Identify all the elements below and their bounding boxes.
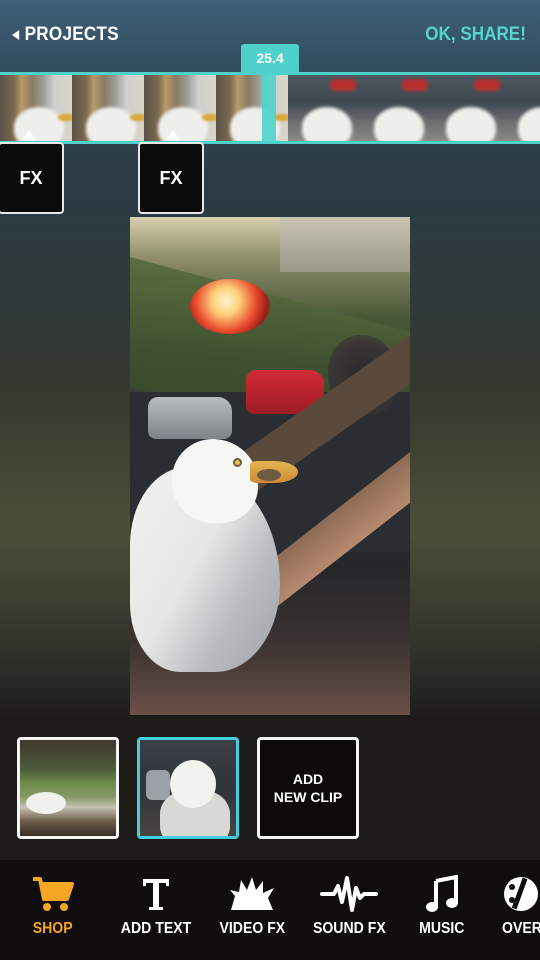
- timeline-frame: [0, 75, 72, 141]
- music-note-icon: [425, 872, 458, 916]
- back-label: PROJECTS: [24, 24, 119, 45]
- add-clip-label-line2: NEW CLIP: [273, 789, 343, 805]
- tool-label: OVERL: [502, 920, 540, 937]
- waveform-icon: [320, 872, 379, 916]
- tool-music[interactable]: MUSIC: [416, 872, 468, 938]
- timeline-frame: [504, 75, 540, 141]
- add-new-clip-button[interactable]: ADD NEW CLIP: [257, 737, 359, 839]
- cart-icon: [31, 872, 75, 916]
- fx-button-1[interactable]: FX: [0, 142, 64, 214]
- tool-label: ADD TEXT: [120, 920, 192, 937]
- back-to-projects-button[interactable]: PROJECTS: [12, 24, 119, 46]
- timeline-frame: [360, 75, 432, 141]
- timeline-frame: [144, 75, 216, 141]
- timeline-frame: [432, 75, 504, 141]
- clip-thumbnail-1[interactable]: [17, 737, 119, 839]
- tool-overlay[interactable]: OVERL: [502, 872, 540, 938]
- tool-shop[interactable]: SHOP: [30, 872, 75, 938]
- tool-video-fx[interactable]: VIDEO FX: [215, 872, 290, 938]
- tool-label: VIDEO FX: [219, 920, 286, 937]
- playhead[interactable]: [262, 72, 276, 144]
- timeline-frame: [288, 75, 360, 141]
- tool-sound-fx[interactable]: SOUND FX: [308, 872, 391, 938]
- explosion-effect: [190, 279, 270, 334]
- film-reel-icon: [502, 872, 540, 916]
- fx-marker-icon: [166, 130, 180, 140]
- text-icon: [141, 872, 171, 916]
- back-arrow-icon: [12, 30, 20, 40]
- tool-add-text[interactable]: ADD TEXT: [116, 872, 196, 938]
- share-button[interactable]: OK, SHARE!: [425, 24, 526, 46]
- explosion-icon: [229, 872, 275, 916]
- tool-label: SOUND FX: [312, 920, 386, 937]
- clip-thumbnail-2[interactable]: [137, 737, 239, 839]
- tool-label: MUSIC: [419, 920, 465, 937]
- video-preview[interactable]: [130, 217, 410, 715]
- fx-marker-icon: [22, 130, 36, 140]
- playhead-time-badge: 25.4: [241, 44, 299, 72]
- fx-button-2[interactable]: FX: [138, 142, 204, 214]
- tool-label: SHOP: [32, 920, 73, 937]
- timeline-frame: [72, 75, 144, 141]
- timeline-frame: [216, 75, 288, 141]
- add-clip-label-line1: ADD: [292, 771, 324, 787]
